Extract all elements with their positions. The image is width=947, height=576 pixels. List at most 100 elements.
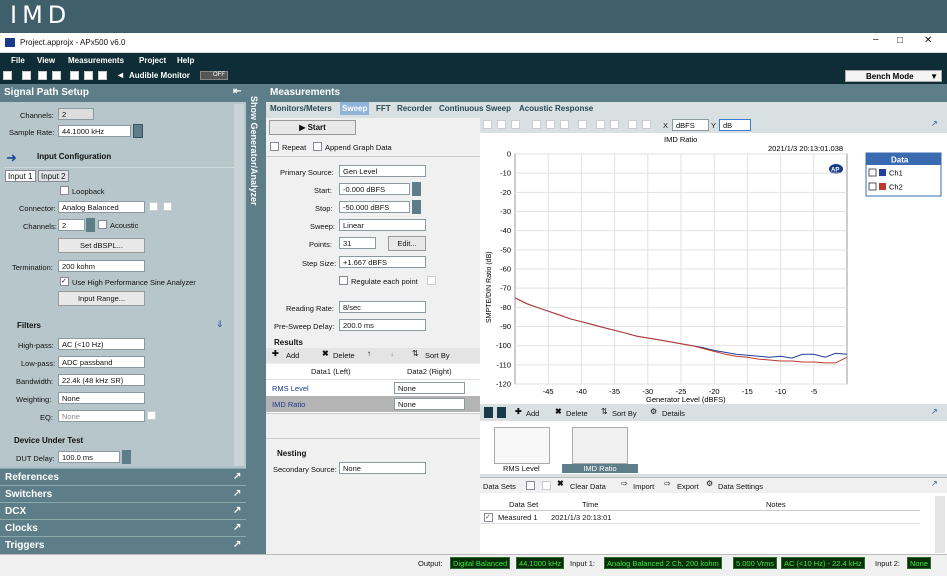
popout-icon[interactable]: ↗ bbox=[233, 488, 241, 499]
filters-expand-icon[interactable]: ⇓ bbox=[216, 319, 224, 330]
zoom-icon[interactable] bbox=[483, 120, 492, 129]
legend-ch1-checkbox[interactable] bbox=[868, 168, 877, 177]
popout-icon[interactable]: ↗ bbox=[233, 471, 241, 482]
menu-measurements[interactable]: Measurements bbox=[68, 56, 124, 65]
thumbnail-rms-level[interactable]: RMS Level bbox=[494, 427, 550, 473]
save-icon[interactable] bbox=[38, 71, 47, 80]
copy-icon[interactable] bbox=[497, 120, 506, 129]
start-stepper-icon[interactable] bbox=[412, 182, 421, 196]
dut-stepper-icon[interactable] bbox=[122, 450, 131, 464]
sort-graph-icon[interactable]: ⇅ bbox=[601, 407, 608, 416]
ch-stepper-icon[interactable] bbox=[86, 218, 95, 232]
stop-level-select[interactable]: -50.000 dBFS bbox=[339, 201, 410, 213]
maximize-icon[interactable]: □ bbox=[897, 35, 903, 46]
sweep-select[interactable]: Linear bbox=[339, 219, 426, 231]
export-button[interactable]: Export bbox=[677, 482, 699, 491]
popout-graph-icon[interactable]: ↗ bbox=[931, 119, 938, 128]
regulate-checkbox[interactable] bbox=[339, 276, 348, 285]
select-all-checkbox[interactable] bbox=[526, 481, 535, 490]
sort-by-button[interactable]: Sort By bbox=[425, 351, 450, 360]
add-graph-button[interactable]: Add bbox=[526, 409, 539, 418]
nav-prev-icon[interactable] bbox=[484, 407, 493, 418]
menu-project[interactable]: Project bbox=[139, 56, 166, 65]
delete-result-button[interactable]: Delete bbox=[333, 351, 355, 360]
sort-graph-button[interactable]: Sort By bbox=[612, 409, 637, 418]
menu-file[interactable]: File bbox=[11, 56, 25, 65]
new-file-icon[interactable] bbox=[3, 71, 12, 80]
settings-icon[interactable] bbox=[52, 71, 61, 80]
popout-icon[interactable]: ↗ bbox=[233, 522, 241, 533]
magnify-icon[interactable] bbox=[532, 120, 541, 129]
speaker-icon[interactable]: ◄ bbox=[116, 70, 125, 80]
table-row[interactable]: ✓ Measured 1 2021/1/3 20:13:01 bbox=[480, 511, 920, 524]
menu-help[interactable]: Help bbox=[177, 56, 194, 65]
nav-next-icon[interactable] bbox=[497, 407, 506, 418]
x-unit-select[interactable]: dBFS bbox=[672, 119, 709, 131]
move-up-icon[interactable]: ↑ bbox=[367, 349, 371, 358]
start-level-select[interactable]: -0.000 dBFS bbox=[339, 183, 410, 195]
move-down-icon[interactable]: ↓ bbox=[390, 349, 394, 358]
termination-select[interactable]: 200 kohm bbox=[58, 260, 145, 272]
clear-data-icon[interactable]: ✖ bbox=[557, 479, 564, 488]
legend-ch2-checkbox[interactable] bbox=[868, 182, 877, 191]
reading-rate-select[interactable]: 8/sec bbox=[339, 301, 426, 313]
filter-icon[interactable] bbox=[542, 481, 551, 490]
add-icon[interactable]: ✚ bbox=[272, 349, 279, 358]
section-references[interactable]: References ↗ bbox=[0, 468, 246, 485]
connector-select[interactable]: Analog Balanced bbox=[58, 201, 145, 213]
channels-field[interactable]: 2 bbox=[58, 108, 94, 120]
pan-icon[interactable] bbox=[560, 120, 569, 129]
input-range-button[interactable]: Input Range... bbox=[58, 291, 145, 306]
result-value-select[interactable]: None bbox=[394, 382, 465, 394]
scrollbar[interactable] bbox=[234, 104, 244, 466]
row-checkbox[interactable]: ✓ bbox=[484, 513, 493, 522]
tab-input-1[interactable]: Input 1 bbox=[5, 170, 36, 182]
tab-recorder[interactable]: Recorder bbox=[397, 104, 432, 113]
start-button[interactable]: ▶ Start bbox=[269, 120, 356, 135]
stepper-icon[interactable] bbox=[133, 124, 143, 138]
delete-graph-icon[interactable]: ✖ bbox=[555, 407, 562, 416]
data-settings-button[interactable]: Data Settings bbox=[718, 482, 763, 491]
popout-data-icon[interactable]: ↗ bbox=[931, 479, 938, 488]
export-data-icon[interactable]: ⇨ bbox=[664, 479, 671, 488]
collapse-icon[interactable]: ⇤ bbox=[233, 86, 241, 97]
import-icon[interactable]: ⇨ bbox=[621, 479, 628, 488]
lowpass-select[interactable]: ADC passband bbox=[58, 356, 145, 368]
open-file-icon[interactable] bbox=[22, 71, 31, 80]
format-icon[interactable] bbox=[610, 120, 619, 129]
edit-button[interactable]: Edit... bbox=[388, 236, 426, 251]
legend-icon[interactable] bbox=[628, 120, 637, 129]
secondary-source-select[interactable]: None bbox=[339, 462, 426, 474]
highpass-select[interactable]: AC (<10 Hz) bbox=[58, 338, 145, 350]
section-triggers[interactable]: Triggers ↗ bbox=[0, 536, 246, 554]
loopback-checkbox[interactable] bbox=[60, 186, 69, 195]
tab-fft[interactable]: FFT bbox=[376, 104, 391, 113]
ch-field[interactable]: 2 bbox=[58, 219, 85, 231]
table-icon[interactable] bbox=[596, 120, 605, 129]
print-icon[interactable] bbox=[511, 120, 520, 129]
graph-settings-icon[interactable] bbox=[642, 120, 651, 129]
section-dcx[interactable]: DCX ↗ bbox=[0, 502, 246, 519]
close-icon[interactable]: ✕ bbox=[924, 35, 932, 46]
table-row[interactable]: RMS Level None bbox=[266, 379, 480, 395]
tab-sweep[interactable]: Sweep bbox=[340, 102, 370, 115]
tab-input-2[interactable]: Input 2 bbox=[38, 170, 69, 182]
primary-source-select[interactable]: Gen Level bbox=[339, 165, 426, 177]
add-result-button[interactable]: Add bbox=[286, 351, 299, 360]
bench-mode-select[interactable]: Bench Mode ▼ bbox=[845, 70, 942, 82]
delete-icon[interactable]: ✖ bbox=[322, 349, 329, 358]
connector-settings-icon[interactable] bbox=[149, 202, 158, 211]
set-dbspl-button[interactable]: Set dBSPL... bbox=[58, 238, 145, 253]
weighting-select[interactable]: None bbox=[58, 392, 145, 404]
append-checkbox[interactable] bbox=[313, 142, 322, 151]
clear-data-button[interactable]: Clear Data bbox=[570, 482, 606, 491]
eq-settings-icon[interactable] bbox=[147, 411, 156, 420]
eq-select[interactable]: None bbox=[58, 410, 145, 422]
connector-edit-icon[interactable] bbox=[163, 202, 172, 211]
section-clocks[interactable]: Clocks ↗ bbox=[0, 519, 246, 536]
delete-graph-button[interactable]: Delete bbox=[566, 409, 588, 418]
details-button[interactable]: Details bbox=[662, 409, 685, 418]
export-icon[interactable] bbox=[98, 71, 107, 80]
popout-icon[interactable]: ↗ bbox=[233, 505, 241, 516]
menu-view[interactable]: View bbox=[37, 56, 55, 65]
